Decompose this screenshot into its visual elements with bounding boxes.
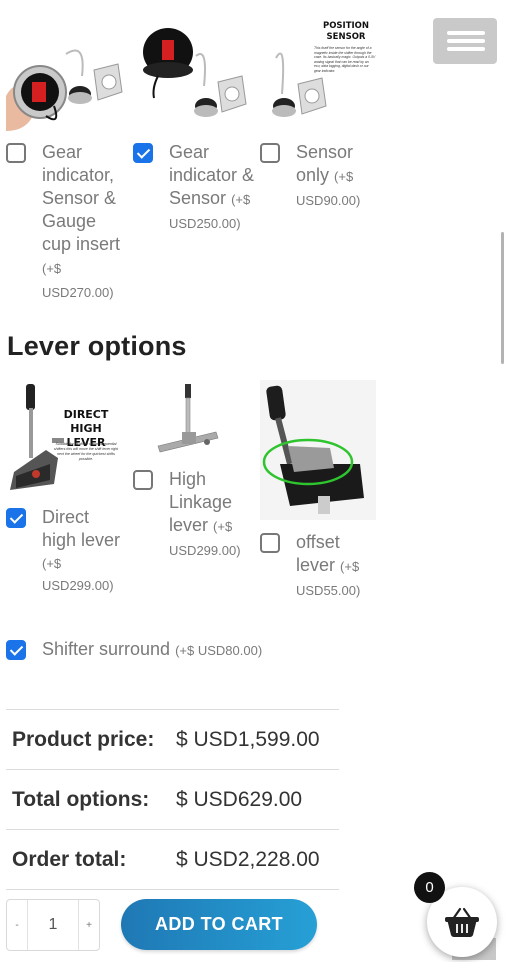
shifter-surround-name: Shifter surround: [42, 639, 171, 659]
lever-option-direct-high-name-line1: Direct: [42, 507, 90, 527]
lever-option-high-linkage-name-line3: lever: [169, 515, 209, 535]
quantity-stepper: - 1 +: [6, 899, 100, 951]
total-options-row: Total options: $ USD629.00: [6, 769, 339, 829]
gear-option-1-label: Gear indicator, Sensor & Gauge cup inser…: [42, 141, 127, 304]
add-to-cart-button[interactable]: ADD TO CART: [121, 899, 317, 950]
lever-option-high-linkage-name-line2: Linkage: [169, 492, 233, 512]
lever-option-high-linkage-name-line1: High: [169, 469, 207, 489]
shifter-surround-price: (+$ USD80.00): [175, 643, 263, 658]
lever-option-high-linkage-price-line2: USD299.00): [169, 543, 241, 558]
direct-high-image-caption: Suitable for all direct mount sequential…: [53, 442, 119, 461]
gear-option-1-name: Gear indicator, Sensor & Gauge cup inser…: [42, 142, 121, 254]
gear-option-3-label: Sensor only (+$ USD90.00): [296, 141, 378, 212]
order-total-label: Order total:: [12, 847, 127, 871]
direct-high-image-title-line1: DIRECT HIGH: [63, 408, 109, 435]
page-scrollbar[interactable]: [501, 232, 504, 364]
direct-high-lever-image: DIRECT HIGH LEVER Suitable for all direc…: [6, 380, 124, 496]
lever-option-offset-name-line1: offset: [296, 532, 340, 552]
product-price-value: $ USD1,599.00: [176, 727, 320, 751]
hamburger-bar: [447, 47, 485, 51]
sensor-image-title-line1: POSITION: [322, 21, 370, 31]
total-options-label: Total options:: [12, 787, 150, 811]
gear-indicator-gauge-cup-image: [6, 36, 124, 131]
gear-option-3-checkbox[interactable]: [260, 143, 280, 163]
quantity-decrement-button[interactable]: -: [7, 920, 27, 931]
order-total-value: $ USD2,228.00: [176, 847, 320, 871]
lever-option-direct-high-price-line2: USD299.00): [42, 578, 114, 593]
shifter-surround-label: Shifter surround (+$ USD80.00): [42, 638, 342, 662]
gear-option-2-checkbox[interactable]: [133, 143, 153, 163]
product-price-row: Product price: $ USD1,599.00: [6, 709, 339, 769]
lever-option-direct-high-label: Direct high lever (+$ USD299.00): [42, 506, 132, 596]
lever-option-direct-high-checkbox[interactable]: [6, 508, 26, 528]
gear-option-1-checkbox[interactable]: [6, 143, 26, 163]
lever-option-offset-label: offset lever (+$ USD55.00): [296, 531, 386, 604]
lever-option-offset-checkbox[interactable]: [260, 533, 280, 553]
lever-option-high-linkage-price-line1: (+$: [213, 519, 233, 534]
lever-option-high-linkage-checkbox[interactable]: [133, 470, 153, 490]
lever-option-offset-name-line2: lever: [296, 555, 336, 575]
lever-option-offset-price-line2: USD55.00): [296, 583, 361, 598]
position-sensor-image: POSITION SENSOR This itself the sensor f…: [262, 18, 380, 126]
lever-option-direct-high-name-line2: high lever: [42, 530, 121, 550]
order-total-row: Order total: $ USD2,228.00: [6, 829, 339, 890]
gear-option-1-price: (+$ USD270.00): [42, 261, 114, 300]
price-totals-table: Product price: $ USD1,599.00 Total optio…: [6, 709, 339, 890]
quantity-increment-button[interactable]: +: [79, 920, 99, 931]
gear-option-2-label: Gear indicator & Sensor (+$ USD250.00): [169, 141, 257, 235]
total-options-value: $ USD629.00: [176, 787, 303, 811]
lever-option-direct-high-price-line1: (+$: [42, 556, 62, 571]
product-price-label: Product price:: [12, 727, 155, 751]
sensor-image-caption: This itself the sensor for the angle of …: [314, 46, 376, 73]
quantity-input[interactable]: 1: [27, 900, 79, 950]
high-linkage-lever-image: [152, 380, 224, 456]
sensor-image-title-line2: SENSOR: [326, 32, 366, 42]
shifter-surround-checkbox[interactable]: [6, 640, 26, 660]
lever-option-offset-price-line1: (+$: [340, 559, 360, 574]
hamburger-menu-icon: [447, 31, 485, 35]
gear-indicator-sensor-image: [134, 26, 252, 126]
hamburger-bar: [447, 39, 485, 43]
offset-lever-image: [260, 380, 376, 520]
lever-options-heading: Lever options: [7, 331, 187, 361]
cart-count-badge: 0: [414, 872, 445, 903]
lever-option-high-linkage-label: High Linkage lever (+$ USD299.00): [169, 468, 259, 564]
menu-toggle-button[interactable]: [433, 18, 497, 64]
